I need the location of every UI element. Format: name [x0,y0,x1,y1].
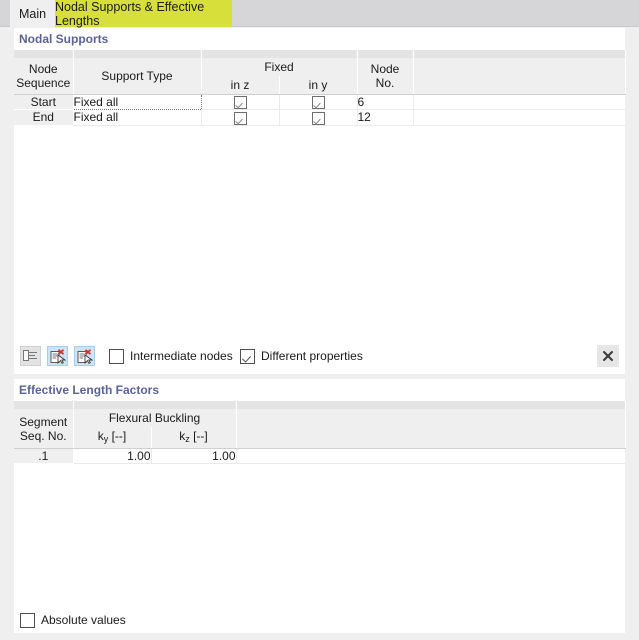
row-1-support-type[interactable]: Fixed all [73,109,202,126]
delete-document-icon-2[interactable] [74,346,95,366]
header-fixed-group-text: Fixed [264,60,294,74]
intermediate-nodes-option[interactable]: Intermediate nodes [109,347,233,365]
delete-document-glyph-2 [77,348,93,364]
header-spare [413,58,626,95]
indent-list-glyph [23,350,37,361]
absolute-values-label: Absolute values [41,613,126,627]
row-1-support-type-text: Fixed all [73,110,119,125]
table-band-row [14,50,626,58]
delete-document-icon-1[interactable] [47,346,68,366]
elf-row-0-segment-text: .1 [38,449,49,463]
absolute-values-option[interactable]: Absolute values [20,611,126,629]
different-properties-label: Different properties [261,349,363,363]
row-1-fixed-in-y[interactable] [279,109,358,126]
row-0-sequence-text: Start [30,95,56,110]
elf-row-0-spare [236,448,625,464]
header-ky-unit: [--] [108,429,127,443]
table-row[interactable]: End Fixed all 12 [14,109,625,126]
header-node-no-line2: No. [375,76,395,90]
row-0-fixed-in-y-checkbox[interactable] [311,96,325,110]
elf-row-0-kz[interactable]: 1.00 [151,448,237,464]
indent-list-icon[interactable] [20,346,41,366]
section-title-effective-length-factors: Effective Length Factors [14,379,625,401]
row-0-fixed-in-z-checkbox[interactable] [233,96,247,110]
dialog-window: Main Nodal Supports & Effective Lengths … [0,0,639,640]
effective-length-factors-table[interactable]: Segment Seq. No. Flexural Buckling ky [-… [14,401,626,464]
row-1-sequence-text: End [32,110,54,125]
row-0-support-type-text: Fixed all [73,95,119,110]
header-segment-line2: Seq. No. [19,428,67,443]
row-0-spare [413,94,625,111]
row-1-spare [413,109,625,126]
tab-bar: Main Nodal Supports & Effective Lengths [0,0,639,28]
tab-main-label: Main [18,6,47,21]
content-panel: Nodal Supports Node Sequence Support Typ… [14,28,626,633]
header-fixed-in-z: in z [201,76,280,95]
different-properties-checkbox[interactable] [240,348,255,364]
row-0-node-no[interactable]: 6 [357,94,414,111]
nodal-supports-title-text: Nodal Supports [19,32,109,46]
elf-row-0-kz-text: 1.00 [212,449,236,463]
close-button[interactable] [597,345,619,367]
header-node-no-line1: Node [370,62,400,76]
row-0-fixed-in-z[interactable] [201,94,280,111]
header-support-type-text: Support Type [101,69,173,83]
table-row[interactable]: .1 1.00 1.00 [14,448,625,464]
elf-row-0-ky-text: 1.00 [127,449,151,463]
table-row[interactable]: Start Fixed all 6 [14,93,625,111]
header-kz-unit: [--] [189,429,208,443]
delete-document-glyph-1 [50,348,66,364]
header-kz: kz [--] [151,427,237,449]
intermediate-nodes-checkbox[interactable] [109,348,124,364]
row-1-fixed-in-y-checkbox[interactable] [311,111,325,125]
header-fixed-in-y: in y [279,76,358,95]
row-0-fixed-in-y[interactable] [279,94,358,111]
tab-main[interactable]: Main [10,0,55,27]
panel-separator [14,374,625,379]
header-fixed-group: Fixed [201,58,358,76]
effective-length-factors-title-text: Effective Length Factors [19,383,160,397]
row-0-node-no-text: 6 [357,95,365,110]
header-elf-spare [236,409,626,449]
header-flexural-buckling: Flexural Buckling [73,409,237,427]
elf-row-0-segment: .1 [14,448,74,464]
header-support-type: Support Type [73,58,202,95]
row-0-sequence: Start [14,94,74,111]
header-flexural-buckling-text: Flexural Buckling [108,411,201,425]
header-node-no: Node No. [357,58,414,95]
table-header-row-1: Node Sequence Support Type Fixed Node No… [14,58,626,95]
header-segment-line1: Segment [19,414,68,429]
elf-table-header-row-1: Segment Seq. No. Flexural Buckling [14,409,626,449]
tab-nodal-supports-effective-lengths[interactable]: Nodal Supports & Effective Lengths [55,0,232,28]
nodal-supports-toolbar: Intermediate nodes Different properties [14,343,625,369]
absolute-values-row: Absolute values [14,607,625,633]
row-1-sequence: End [14,109,74,126]
nodal-supports-table[interactable]: Node Sequence Support Type Fixed Node No… [14,50,626,126]
intermediate-nodes-label: Intermediate nodes [130,349,233,363]
header-segment-seq-no: Segment Seq. No. [14,409,74,449]
header-node-sequence-line2: Sequence [16,76,71,90]
elf-table-band-row [14,401,626,409]
tab-nodal-supports-effective-lengths-label: Nodal Supports & Effective Lengths [55,0,205,28]
header-fixed-in-z-text: in z [230,78,250,92]
row-1-fixed-in-z[interactable] [201,109,280,126]
header-fixed-in-y-text: in y [308,78,328,92]
header-node-sequence-line1: Node [28,62,58,76]
row-1-fixed-in-z-checkbox[interactable] [233,111,247,125]
row-0-support-type[interactable]: Fixed all [72,93,202,111]
elf-row-0-ky[interactable]: 1.00 [73,448,152,464]
header-ky: ky [--] [73,427,152,449]
absolute-values-checkbox[interactable] [20,612,35,628]
row-1-node-no[interactable]: 12 [357,109,414,126]
close-icon [603,351,613,361]
different-properties-option[interactable]: Different properties [240,347,363,365]
section-title-nodal-supports: Nodal Supports [14,28,625,50]
header-node-sequence: Node Sequence [14,58,74,95]
row-1-node-no-text: 12 [357,110,371,125]
